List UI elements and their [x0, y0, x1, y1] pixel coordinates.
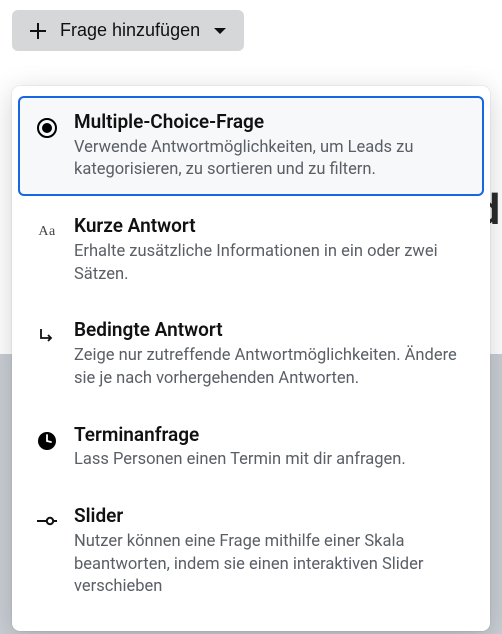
question-type-menu: Multiple-Choice-Frage Verwende Antwortmö…	[12, 86, 490, 631]
option-appointment[interactable]: Terminanfrage Lass Personen einen Termin…	[18, 409, 484, 486]
option-multiple-choice[interactable]: Multiple-Choice-Frage Verwende Antwortmö…	[18, 96, 484, 196]
text-aa-icon: Aa	[38, 224, 55, 240]
conditional-arrow-icon	[37, 326, 57, 350]
option-title: Terminanfrage	[74, 423, 466, 448]
radio-selected-icon	[37, 118, 57, 138]
option-slider[interactable]: Slider Nutzer können eine Frage mithilfe…	[18, 490, 484, 613]
option-title: Multiple-Choice-Frage	[74, 110, 466, 135]
chevron-down-icon	[212, 24, 228, 38]
option-desc: Nutzer können eine Frage mithilfe einer …	[74, 531, 466, 599]
option-desc: Zeige nur zutreffende Antwortmöglichkeit…	[74, 345, 466, 391]
option-conditional[interactable]: Bedingte Antwort Zeige nur zutreffende A…	[18, 304, 484, 404]
option-title: Slider	[74, 504, 466, 529]
option-title: Bedingte Antwort	[74, 318, 466, 343]
add-question-button[interactable]: Frage hinzufügen	[12, 10, 244, 51]
option-desc: Erhalte zusätzliche Informationen in ein…	[74, 241, 466, 287]
option-desc: Verwende Antwortmöglichkeiten, um Leads …	[74, 137, 466, 183]
add-question-label: Frage hinzufügen	[60, 20, 200, 41]
option-title: Kurze Antwort	[74, 214, 466, 239]
slider-icon	[36, 512, 58, 531]
option-short-answer[interactable]: Aa Kurze Antwort Erhalte zusätzliche Inf…	[18, 200, 484, 300]
option-desc: Lass Personen einen Termin mit dir anfra…	[74, 449, 466, 472]
clock-icon	[37, 431, 57, 455]
plus-icon	[28, 21, 48, 41]
